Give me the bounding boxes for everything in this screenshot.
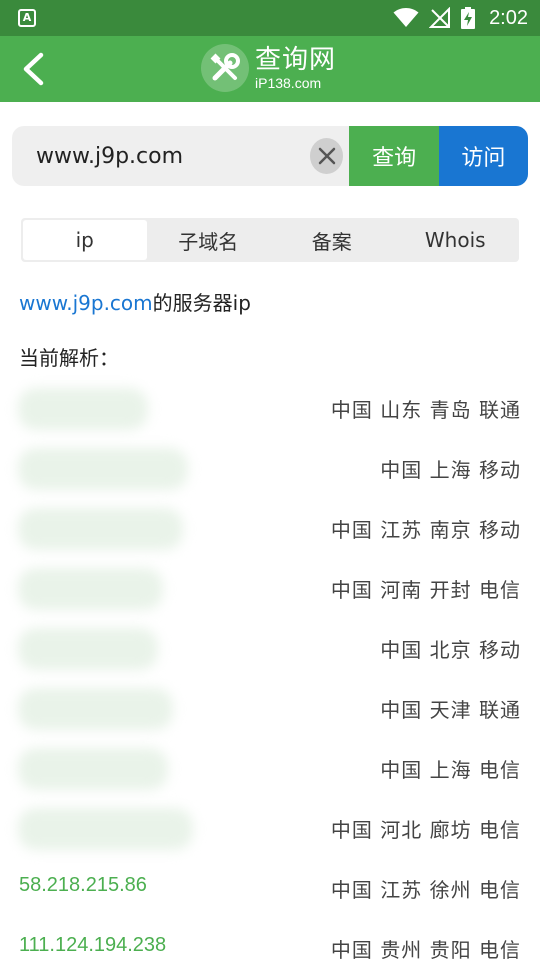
status-bar: A 2:02 — [0, 0, 540, 36]
record-row: 中国 天津 联通 — [0, 678, 540, 738]
logo-text: 查询网 iP138.com — [255, 47, 336, 90]
record-row: 111.124.194.238 中国 贵州 贵阳 电信 — [0, 918, 540, 960]
back-button[interactable] — [12, 48, 54, 90]
record-location: 中国 天津 联通 — [380, 698, 521, 722]
server-ip-suffix: 的服务器ip — [152, 291, 251, 315]
record-row: 中国 河北 廊坊 电信 — [0, 798, 540, 858]
record-ip-redacted — [18, 508, 183, 550]
no-signal-icon — [429, 7, 451, 28]
tab-whois[interactable]: Whois — [394, 220, 518, 260]
record-location: 中国 江苏 徐州 电信 — [330, 878, 521, 902]
current-resolution-label: 当前解析： — [19, 346, 119, 370]
query-button[interactable]: 查询 — [349, 126, 439, 186]
record-row: 中国 江苏 南京 移动 — [0, 498, 540, 558]
domain-search-input[interactable] — [12, 126, 310, 186]
resolution-records: 中国 山东 青岛 联通中国 上海 移动中国 江苏 南京 移动 中国 河南 开封 电… — [0, 378, 540, 960]
search-bar: 查询 访问 — [12, 126, 528, 186]
record-ip-redacted — [18, 688, 173, 730]
lookup-tabs: ip 子域名 备案 Whois — [21, 218, 519, 262]
record-ip[interactable]: 111.124.194.238 — [19, 934, 166, 957]
wifi-icon — [393, 8, 419, 27]
record-row: 中国 上海 移动 — [0, 438, 540, 498]
tab-subdomain[interactable]: 子域名 — [147, 220, 271, 260]
record-location: 中国 河北 廊坊 电信 — [330, 818, 521, 842]
chevron-left-icon — [23, 52, 44, 86]
tab-ip[interactable]: ip — [23, 220, 147, 260]
record-row: 中国 山东 青岛 联通 — [0, 378, 540, 438]
app-notification-icon: A — [18, 9, 36, 27]
record-ip-redacted — [18, 808, 193, 850]
app-logo: 查询网 iP138.com — [201, 44, 336, 92]
clear-button[interactable] — [310, 138, 344, 174]
record-location: 中国 河南 开封 电信 — [330, 578, 521, 602]
record-ip[interactable]: 58.218.215.86 — [19, 874, 147, 897]
visit-button[interactable]: 访问 — [438, 126, 528, 186]
domain-link[interactable]: www.j9p.com — [19, 291, 153, 315]
record-location: 中国 北京 移动 — [380, 638, 521, 662]
record-row: 58.218.215.86 中国 江苏 徐州 电信 — [0, 858, 540, 918]
tools-icon — [201, 44, 249, 92]
server-ip-heading: www.j9p.com的服务器ip — [19, 287, 251, 316]
record-location: 中国 山东 青岛 联通 — [330, 398, 521, 422]
record-ip-redacted — [18, 628, 158, 670]
record-ip-redacted — [18, 388, 148, 430]
record-ip-redacted — [18, 748, 168, 790]
record-location: 中国 上海 移动 — [380, 458, 521, 482]
battery-icon — [461, 7, 476, 29]
logo-title: 查询网 — [255, 44, 337, 75]
app-bar: 查询网 iP138.com — [0, 36, 540, 102]
record-ip-redacted — [18, 568, 163, 610]
record-location: 中国 上海 电信 — [380, 758, 521, 782]
record-ip-redacted — [18, 448, 188, 490]
record-location: 中国 江苏 南京 移动 — [330, 518, 521, 542]
close-icon — [318, 147, 335, 165]
record-row: 中国 河南 开封 电信 — [0, 558, 540, 618]
record-row: 中国 上海 电信 — [0, 738, 540, 798]
record-location: 中国 贵州 贵阳 电信 — [330, 938, 521, 960]
status-icons: 2:02 — [393, 0, 528, 36]
logo-subtitle: iP138.com — [255, 74, 322, 91]
status-time: 2:02 — [489, 6, 528, 29]
tab-icp-record[interactable]: 备案 — [270, 220, 394, 260]
record-row: 中国 北京 移动 — [0, 618, 540, 678]
